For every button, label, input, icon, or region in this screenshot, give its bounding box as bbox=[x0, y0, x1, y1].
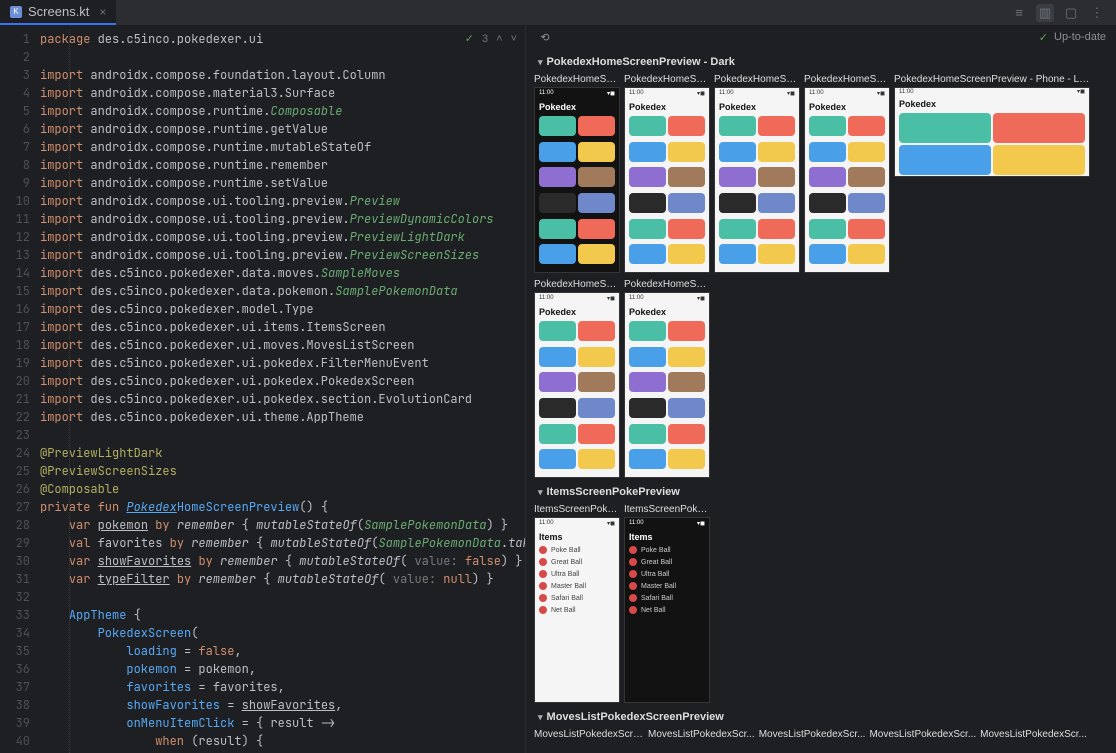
refresh-icon[interactable]: ⟲ bbox=[536, 28, 554, 46]
preview-label: PokedexHomeScreenP... bbox=[804, 74, 890, 85]
preview-label: MovesListPokedexScr... bbox=[869, 729, 976, 740]
main-split: ✓ 3 ˄ ˅ 12345678910111213141516171819202… bbox=[0, 26, 1116, 753]
code-area[interactable]: package des.c5inco.pokedexer.ui import a… bbox=[40, 26, 525, 753]
preview-label: MovesListPokedexScr... bbox=[759, 729, 866, 740]
more-icon[interactable]: ⋮ bbox=[1088, 4, 1106, 22]
gutter: 1234567891011121314151617181920212223242… bbox=[0, 26, 40, 753]
preview-thumbnail[interactable]: 11:00▾◼ItemsPoke BallGreat BallUltra Bal… bbox=[624, 517, 710, 703]
preview-thumbnail[interactable]: 11:00▾◼Pokedex bbox=[804, 87, 890, 273]
preview-label: MovesListPokedexScreenPreview bbox=[534, 729, 644, 740]
preview-thumbnail[interactable]: 11:00▾◼ItemsPoke BallGreat BallUltra Bal… bbox=[534, 517, 620, 703]
preview-status: ✓ Up-to-date bbox=[1039, 31, 1106, 44]
tab-filename: Screens.kt bbox=[28, 4, 89, 19]
status-text: Up-to-date bbox=[1054, 31, 1106, 43]
editor-panel: ✓ 3 ˄ ˅ 12345678910111213141516171819202… bbox=[0, 26, 525, 753]
preview-label: ItemsScreenPokePrevi... bbox=[624, 504, 710, 515]
editor-toolbar-right: ≡ ▥ ▢ ⋮ bbox=[1010, 4, 1116, 22]
preview-thumbnail[interactable]: 11:00▾◼Pokedex bbox=[624, 87, 710, 273]
preview-thumbnail[interactable]: 11:00▾◼Pokedex bbox=[714, 87, 800, 273]
preview-label: PokedexHomeScreenP... bbox=[624, 74, 710, 85]
problem-count: 3 bbox=[482, 33, 488, 45]
preview-group-header[interactable]: ▾MovesListPokedexScreenPreview bbox=[538, 711, 1108, 723]
preview-label: ItemsScreenPokePrevi... bbox=[534, 504, 620, 515]
close-icon[interactable]: × bbox=[99, 5, 106, 19]
check-icon: ✓ bbox=[465, 32, 474, 45]
preview-group-header[interactable]: ▾PokedexHomeScreenPreview - Dark bbox=[538, 56, 1108, 68]
preview-label: MovesListPokedexScr... bbox=[980, 729, 1087, 740]
layout-design-icon[interactable]: ▢ bbox=[1062, 4, 1080, 22]
preview-thumbnail[interactable]: 11:00▾◼Pokedex bbox=[894, 87, 1090, 177]
preview-thumbnail[interactable]: 11:00▾◼Pokedex bbox=[534, 292, 620, 478]
status-check-icon: ✓ bbox=[1039, 31, 1048, 44]
file-tab[interactable]: K Screens.kt × bbox=[0, 0, 116, 25]
preview-label: PokedexHomeScreenP... bbox=[534, 74, 620, 85]
preview-panel: ⟲ ✓ Up-to-date ▾PokedexHomeScreenPreview… bbox=[525, 26, 1116, 753]
tab-bar: K Screens.kt × ≡ ▥ ▢ ⋮ bbox=[0, 0, 1116, 26]
preview-label: PokedexHomeScreenP... bbox=[624, 279, 710, 290]
preview-label: PokedexHomeScreenP... bbox=[714, 74, 800, 85]
preview-thumbnail[interactable]: 11:00▾◼Pokedex bbox=[624, 292, 710, 478]
chevron-up-icon[interactable]: ˄ bbox=[496, 33, 502, 45]
preview-label: MovesListPokedexScr... bbox=[648, 729, 755, 740]
layout-code-icon[interactable]: ≡ bbox=[1010, 4, 1028, 22]
layout-split-icon[interactable]: ▥ bbox=[1036, 4, 1054, 22]
inspection-strip[interactable]: ✓ 3 ˄ ˅ bbox=[465, 32, 517, 45]
preview-group-header[interactable]: ▾ItemsScreenPokePreview bbox=[538, 486, 1108, 498]
preview-label: PokedexHomeScreenP... bbox=[534, 279, 620, 290]
preview-thumbnail[interactable]: 11:00▾◼Pokedex bbox=[534, 87, 620, 273]
chevron-down-icon[interactable]: ˅ bbox=[511, 33, 517, 45]
preview-scroll[interactable]: ▾PokedexHomeScreenPreview - Dark PokedexH… bbox=[526, 48, 1116, 753]
preview-toolbar: ⟲ ✓ Up-to-date bbox=[526, 26, 1116, 48]
kotlin-file-icon: K bbox=[10, 6, 22, 18]
preview-label: PokedexHomeScreenPreview - Phone - Lands… bbox=[894, 74, 1090, 85]
